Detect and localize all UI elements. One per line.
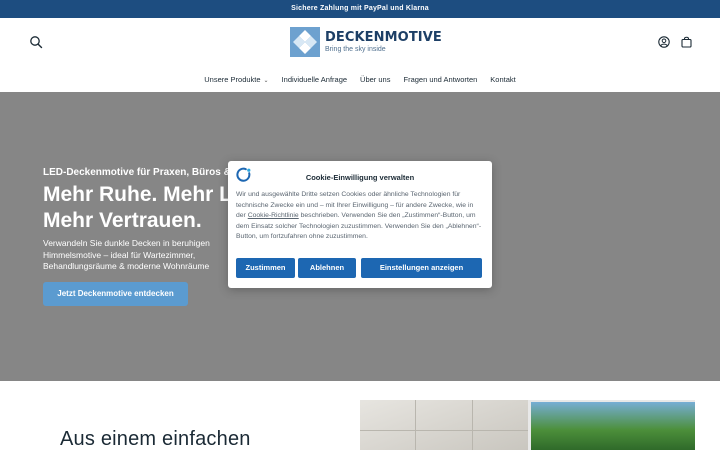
- cookie-policy-link[interactable]: Cookie-Richtlinie: [248, 212, 299, 219]
- cart-icon[interactable]: [681, 36, 692, 48]
- account-icon[interactable]: [658, 36, 670, 48]
- nav-item-custom-request[interactable]: Individuelle Anfrage: [282, 73, 347, 87]
- nav-item-contact[interactable]: Kontakt: [490, 73, 515, 87]
- photo-tile-seam: [472, 400, 473, 450]
- hero-description-line: Himmelsmotive – ideal für Wartezimmer,: [43, 249, 196, 260]
- logo-mark-icon: [290, 27, 320, 57]
- nav-item-label: Fragen und Antworten: [403, 75, 478, 84]
- photo-tile-seam: [360, 430, 528, 431]
- search-icon[interactable]: [29, 35, 43, 49]
- nav-item-label: Individuelle Anfrage: [281, 75, 348, 84]
- hero-title-line: Mehr Vertrauen.: [43, 209, 202, 232]
- photo-tile-seam: [415, 400, 416, 450]
- nav-item-label: Unsere Produkte: [204, 75, 261, 84]
- photo-ceiling-tiles: [360, 400, 528, 450]
- accept-button[interactable]: Zustimmen: [236, 258, 295, 278]
- section-heading: Aus einem einfachen: [60, 428, 251, 450]
- logo-name: DECKENMOTIVE: [325, 30, 442, 45]
- hero-description-line: Behandlungsräume & moderne Wohnräume: [43, 261, 210, 271]
- cookie-dialog-text: Wir und ausgewählte Dritte setzen Cookie…: [236, 190, 484, 243]
- cookie-dialog-title: Cookie-Einwilligung verwalten: [305, 173, 415, 182]
- chevron-down-icon: ⌄: [263, 78, 269, 84]
- site-header: DECKENMOTIVE Bring the sky inside Unsere…: [0, 18, 720, 92]
- site-logo[interactable]: DECKENMOTIVE Bring the sky inside: [290, 27, 442, 57]
- hero-subtitle: LED-Deckenmotive für Praxen, Büros &: [43, 167, 231, 178]
- photo-panel-frame: [528, 400, 695, 450]
- explore-motifs-button[interactable]: Jetzt Deckenmotive entdecken: [43, 282, 188, 306]
- hero-description-line: Verwandeln Sie dunkle Decken in beruhige…: [43, 238, 210, 248]
- decline-button[interactable]: Ablehnen: [298, 258, 356, 278]
- nav-item-faq[interactable]: Fragen und Antworten: [403, 73, 477, 87]
- nav-item-label: Über uns: [360, 75, 391, 84]
- cookie-consent-dialog: Cookie-Einwilligung verwalten Wir und au…: [228, 161, 492, 288]
- main-nav: Unsere Produkte ⌄ Individuelle Anfrage Üb…: [0, 73, 720, 87]
- nav-item-label: Kontakt: [490, 75, 516, 84]
- hero-title: Mehr Ruhe. Mehr L Mehr Vertrauen.: [43, 182, 243, 234]
- ceiling-photo: [360, 400, 695, 450]
- nav-item-about[interactable]: Über uns: [360, 73, 390, 87]
- nav-item-products[interactable]: Unsere Produkte ⌄: [204, 73, 268, 87]
- logo-tagline: Bring the sky inside: [325, 46, 386, 53]
- announcement-text: Sichere Zahlung mit PayPal und Klarna: [291, 5, 429, 12]
- show-settings-button[interactable]: Einstellungen anzeigen: [361, 258, 482, 278]
- announcement-bar: Sichere Zahlung mit PayPal und Klarna: [0, 0, 720, 18]
- hero-description: Verwandeln Sie dunkle Decken in beruhige…: [43, 238, 238, 273]
- hero-title-line: Mehr Ruhe. Mehr L: [43, 183, 233, 206]
